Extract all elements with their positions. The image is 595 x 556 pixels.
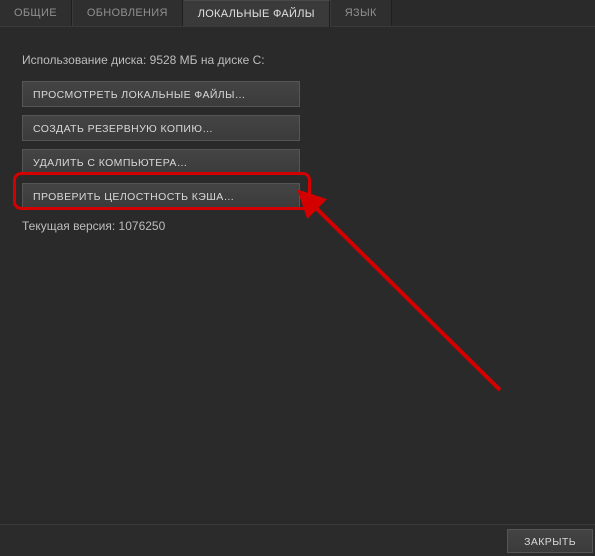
delete-local-button[interactable]: УДАЛИТЬ С КОМПЬЮТЕРА… bbox=[22, 149, 300, 175]
browse-local-files-button[interactable]: ПРОСМОТРЕТЬ ЛОКАЛЬНЫЕ ФАЙЛЫ… bbox=[22, 81, 300, 107]
content-panel: Использование диска: 9528 МБ на диске C:… bbox=[0, 27, 595, 233]
footer-bar: ЗАКРЫТЬ bbox=[0, 524, 595, 556]
tab-general[interactable]: ОБЩИЕ bbox=[0, 0, 72, 26]
tab-updates[interactable]: ОБНОВЛЕНИЯ bbox=[72, 0, 183, 26]
current-version-text: Текущая версия: 1076250 bbox=[22, 219, 573, 233]
verify-cache-button[interactable]: ПРОВЕРИТЬ ЦЕЛОСТНОСТЬ КЭША… bbox=[22, 183, 300, 209]
tab-bar: ОБЩИЕ ОБНОВЛЕНИЯ ЛОКАЛЬНЫЕ ФАЙЛЫ ЯЗЫК bbox=[0, 0, 595, 27]
close-button[interactable]: ЗАКРЫТЬ bbox=[507, 529, 593, 553]
backup-game-button[interactable]: СОЗДАТЬ РЕЗЕРВНУЮ КОПИЮ… bbox=[22, 115, 300, 141]
tab-local-files[interactable]: ЛОКАЛЬНЫЕ ФАЙЛЫ bbox=[183, 0, 330, 27]
tab-language[interactable]: ЯЗЫК bbox=[330, 0, 392, 26]
disk-usage-text: Использование диска: 9528 МБ на диске C: bbox=[22, 53, 573, 67]
